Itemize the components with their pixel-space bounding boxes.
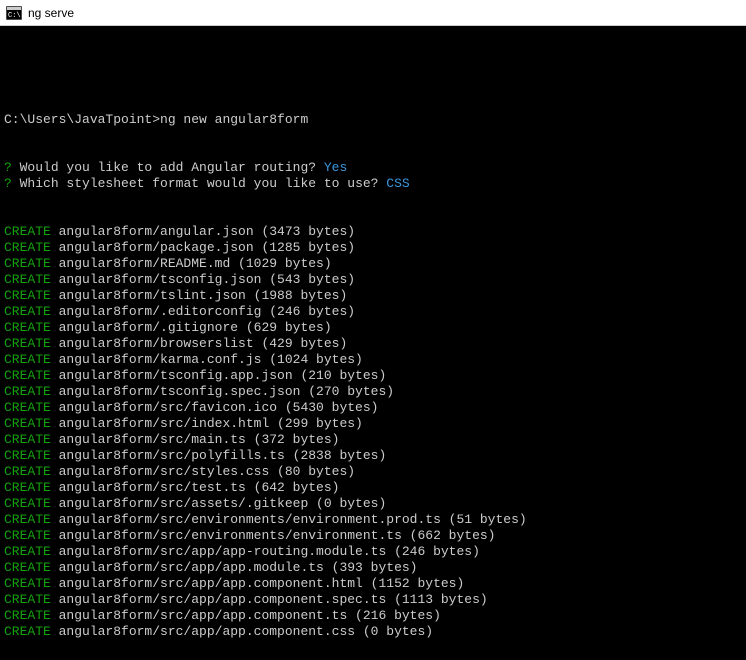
create-path: angular8form/src/app/app.component.html …: [51, 576, 464, 591]
prompt-path: C:\Users\JavaTpoint>: [4, 112, 160, 127]
create-label: CREATE: [4, 256, 51, 271]
terminal-output[interactable]: C:\Users\JavaTpoint>ng new angular8form …: [0, 26, 746, 660]
create-line: CREATE angular8form/src/environments/env…: [4, 528, 742, 544]
terminal-icon: C:\: [6, 6, 22, 20]
create-label: CREATE: [4, 496, 51, 511]
create-label: CREATE: [4, 480, 51, 495]
window-titlebar[interactable]: C:\ ng serve: [0, 0, 746, 26]
create-label: CREATE: [4, 576, 51, 591]
create-path: angular8form/tsconfig.json (543 bytes): [51, 272, 355, 287]
create-line: CREATE angular8form/src/styles.css (80 b…: [4, 464, 742, 480]
create-path: angular8form/angular.json (3473 bytes): [51, 224, 355, 239]
create-path: angular8form/src/app/app.component.css (…: [51, 624, 433, 639]
create-path: angular8form/src/app/app.module.ts (393 …: [51, 560, 418, 575]
create-line: CREATE angular8form/src/polyfills.ts (28…: [4, 448, 742, 464]
create-path: angular8form/src/main.ts (372 bytes): [51, 432, 340, 447]
create-label: CREATE: [4, 592, 51, 607]
create-path: angular8form/src/polyfills.ts (2838 byte…: [51, 448, 386, 463]
create-path: angular8form/src/index.html (299 bytes): [51, 416, 363, 431]
create-line: CREATE angular8form/src/app/app.module.t…: [4, 560, 742, 576]
create-label: CREATE: [4, 368, 51, 383]
create-line: CREATE angular8form/karma.conf.js (1024 …: [4, 352, 742, 368]
prompt-command: ng new angular8form: [160, 112, 308, 127]
create-label: CREATE: [4, 432, 51, 447]
window-title: ng serve: [28, 6, 74, 20]
create-line: CREATE angular8form/src/main.ts (372 byt…: [4, 432, 742, 448]
question-line: ? Which stylesheet format would you like…: [4, 176, 742, 192]
create-label: CREATE: [4, 544, 51, 559]
create-path: angular8form/package.json (1285 bytes): [51, 240, 355, 255]
create-path: angular8form/src/assets/.gitkeep (0 byte…: [51, 496, 386, 511]
create-label: CREATE: [4, 448, 51, 463]
create-label: CREATE: [4, 608, 51, 623]
create-label: CREATE: [4, 336, 51, 351]
create-path: angular8form/browserslist (429 bytes): [51, 336, 347, 351]
create-path: angular8form/src/favicon.ico (5430 bytes…: [51, 400, 379, 415]
question-mark: ?: [4, 176, 12, 191]
create-label: CREATE: [4, 304, 51, 319]
prompt-line: C:\Users\JavaTpoint>ng new angular8form: [4, 112, 742, 128]
question-text: Would you like to add Angular routing?: [12, 160, 324, 175]
create-line: CREATE angular8form/tsconfig.app.json (2…: [4, 368, 742, 384]
question-answer: CSS: [386, 176, 409, 191]
create-line: CREATE angular8form/src/app/app-routing.…: [4, 544, 742, 560]
create-path: angular8form/src/environments/environmen…: [51, 512, 527, 527]
create-line: CREATE angular8form/src/app/app.componen…: [4, 624, 742, 640]
create-path: angular8form/src/app/app.component.ts (2…: [51, 608, 441, 623]
create-path: angular8form/.gitignore (629 bytes): [51, 320, 332, 335]
question-text: Which stylesheet format would you like t…: [12, 176, 386, 191]
create-label: CREATE: [4, 512, 51, 527]
create-line: CREATE angular8form/.gitignore (629 byte…: [4, 320, 742, 336]
create-label: CREATE: [4, 400, 51, 415]
create-line: CREATE angular8form/README.md (1029 byte…: [4, 256, 742, 272]
create-path: angular8form/src/styles.css (80 bytes): [51, 464, 355, 479]
create-label: CREATE: [4, 624, 51, 639]
create-line: CREATE angular8form/src/test.ts (642 byt…: [4, 480, 742, 496]
question-answer: Yes: [324, 160, 347, 175]
create-line: CREATE angular8form/tsconfig.spec.json (…: [4, 384, 742, 400]
svg-text:C:\: C:\: [8, 12, 21, 20]
question-mark: ?: [4, 160, 12, 175]
create-label: CREATE: [4, 352, 51, 367]
create-line: CREATE angular8form/.editorconfig (246 b…: [4, 304, 742, 320]
create-path: angular8form/tsconfig.spec.json (270 byt…: [51, 384, 394, 399]
create-label: CREATE: [4, 464, 51, 479]
create-line: CREATE angular8form/src/index.html (299 …: [4, 416, 742, 432]
create-label: CREATE: [4, 224, 51, 239]
create-path: angular8form/src/app/app.component.spec.…: [51, 592, 488, 607]
create-label: CREATE: [4, 416, 51, 431]
create-line: CREATE angular8form/src/favicon.ico (543…: [4, 400, 742, 416]
create-path: angular8form/tsconfig.app.json (210 byte…: [51, 368, 386, 383]
create-path: angular8form/.editorconfig (246 bytes): [51, 304, 355, 319]
create-path: angular8form/tslint.json (1988 bytes): [51, 288, 347, 303]
create-line: CREATE angular8form/angular.json (3473 b…: [4, 224, 742, 240]
create-line: CREATE angular8form/tsconfig.json (543 b…: [4, 272, 742, 288]
create-label: CREATE: [4, 560, 51, 575]
create-path: angular8form/src/app/app-routing.module.…: [51, 544, 480, 559]
create-path: angular8form/src/test.ts (642 bytes): [51, 480, 340, 495]
create-line: CREATE angular8form/browserslist (429 by…: [4, 336, 742, 352]
create-label: CREATE: [4, 384, 51, 399]
create-label: CREATE: [4, 288, 51, 303]
create-line: CREATE angular8form/src/assets/.gitkeep …: [4, 496, 742, 512]
create-label: CREATE: [4, 528, 51, 543]
create-path: angular8form/karma.conf.js (1024 bytes): [51, 352, 363, 367]
empty-line: [4, 64, 742, 80]
create-label: CREATE: [4, 320, 51, 335]
create-line: CREATE angular8form/tslint.json (1988 by…: [4, 288, 742, 304]
question-line: ? Would you like to add Angular routing?…: [4, 160, 742, 176]
create-line: CREATE angular8form/src/app/app.componen…: [4, 576, 742, 592]
create-path: angular8form/src/environments/environmen…: [51, 528, 496, 543]
create-path: angular8form/README.md (1029 bytes): [51, 256, 332, 271]
create-line: CREATE angular8form/src/app/app.componen…: [4, 592, 742, 608]
create-line: CREATE angular8form/src/environments/env…: [4, 512, 742, 528]
create-label: CREATE: [4, 240, 51, 255]
create-label: CREATE: [4, 272, 51, 287]
create-line: CREATE angular8form/package.json (1285 b…: [4, 240, 742, 256]
create-line: CREATE angular8form/src/app/app.componen…: [4, 608, 742, 624]
